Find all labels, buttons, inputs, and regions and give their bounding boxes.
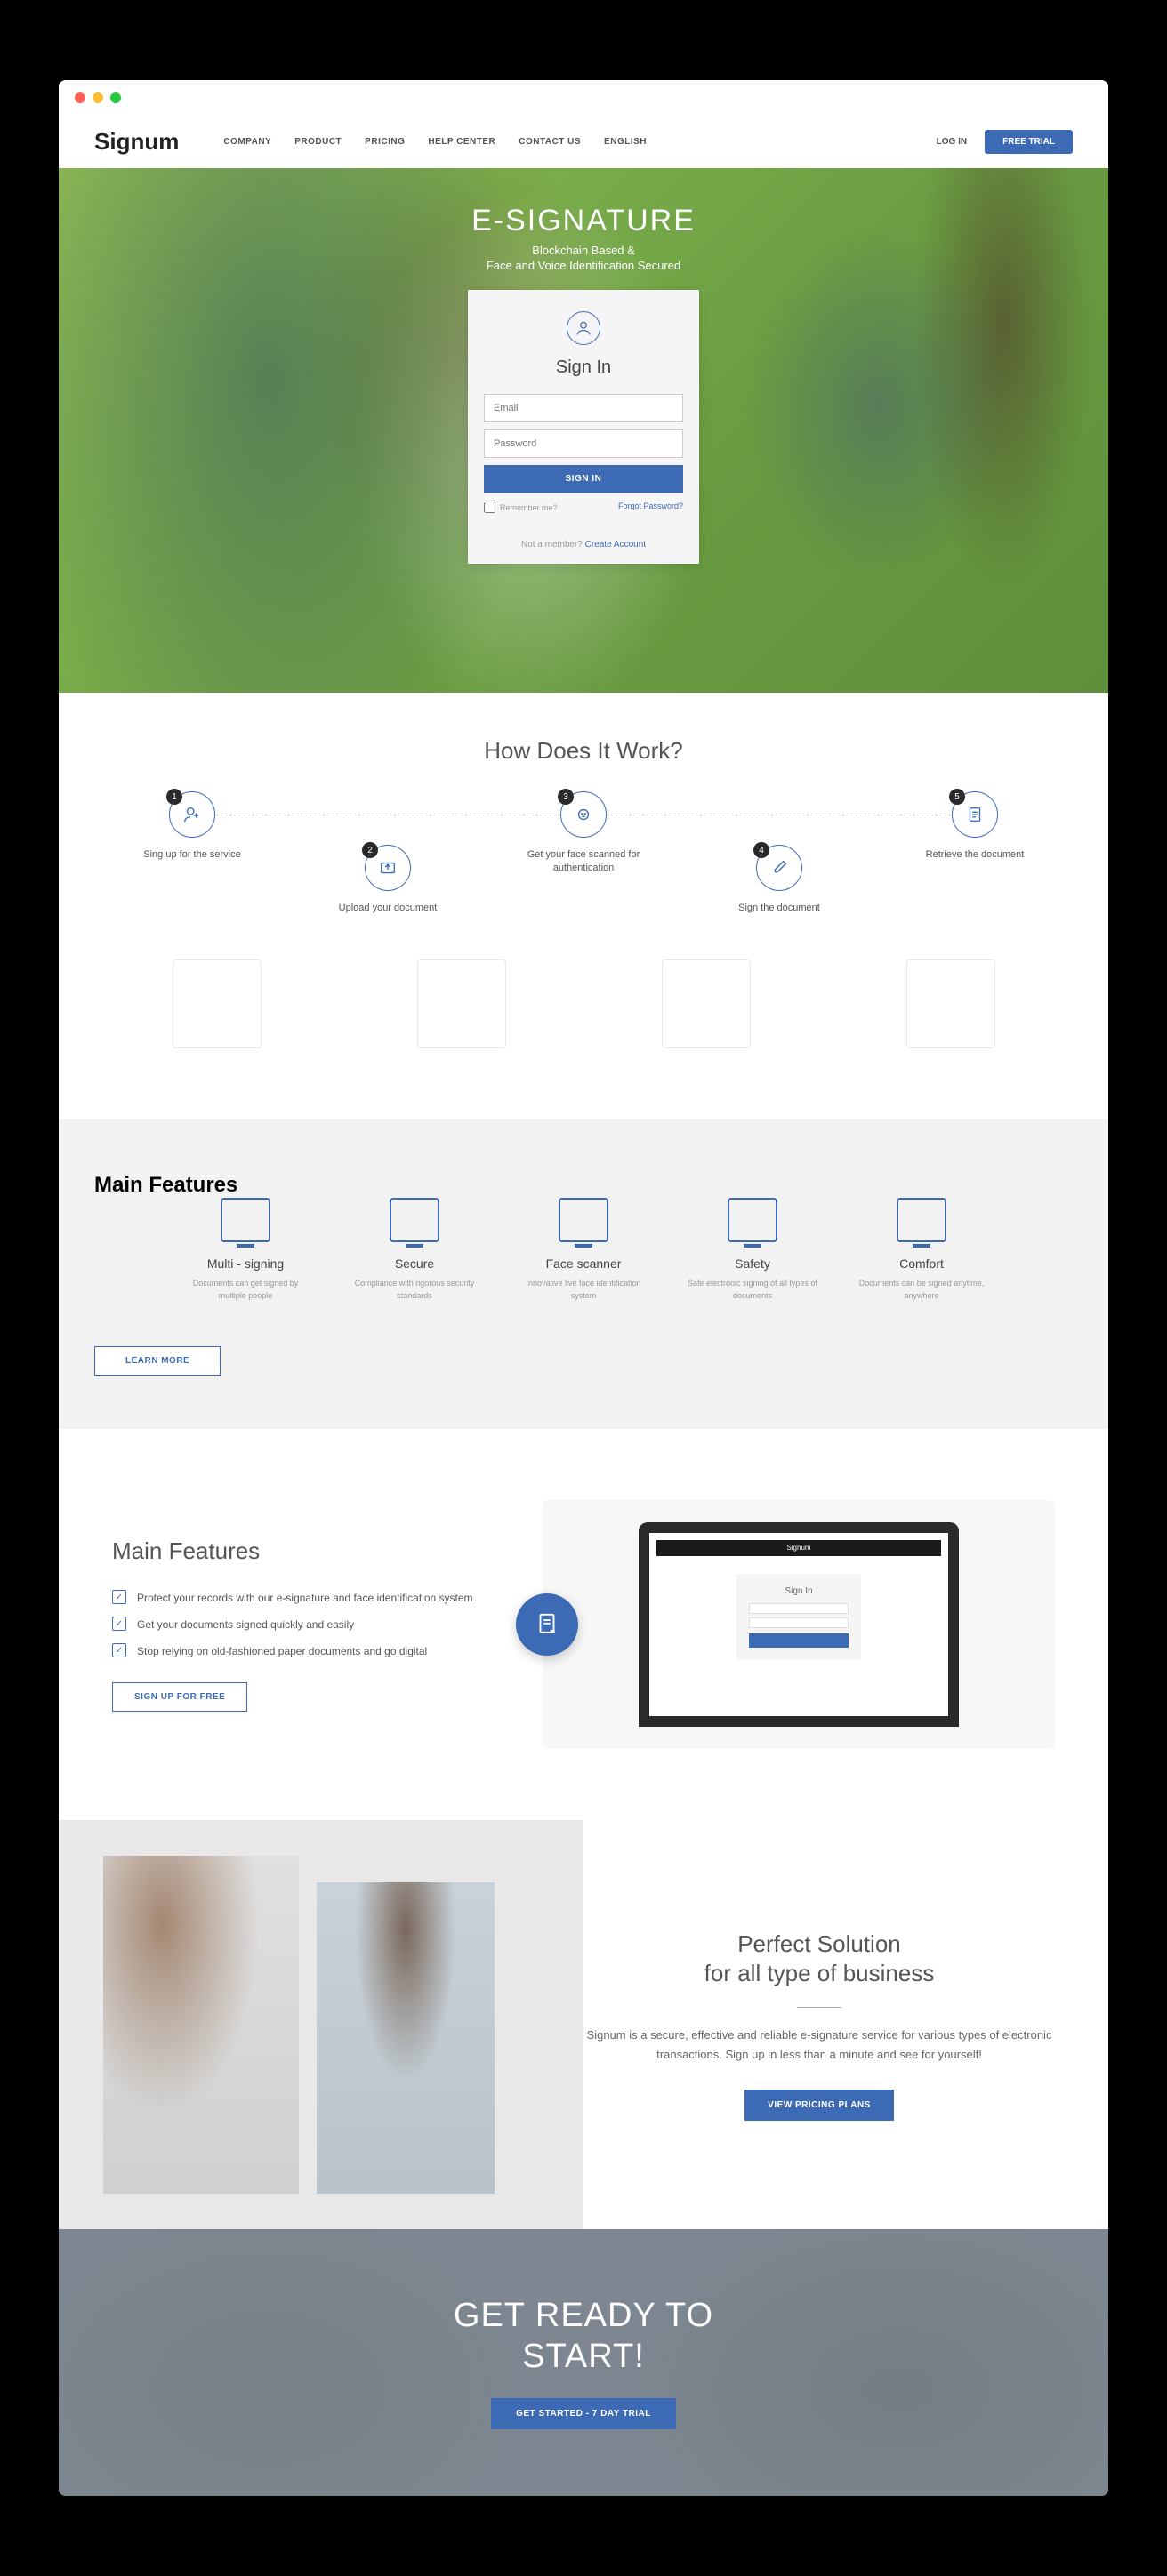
browser-window: Signum COMPANY PRODUCT PRICING HELP CENT… xyxy=(59,80,1108,2496)
user-icon xyxy=(567,311,600,345)
remember-me[interactable]: Remember me? xyxy=(484,502,558,513)
hero-subtitle-1: Blockchain Based & xyxy=(468,244,699,257)
step-1: 1 Sing up for the service xyxy=(130,791,254,915)
check-item-2: ✓Get your documents signed quickly and e… xyxy=(112,1617,489,1633)
login-link[interactable]: LOG IN xyxy=(937,137,967,147)
hero-subtitle-2: Face and Voice Identification Secured xyxy=(468,259,699,272)
face-scanner-icon xyxy=(559,1198,608,1242)
maximize-icon[interactable] xyxy=(110,92,121,103)
get-started-button[interactable]: GET STARTED - 7 DAY TRIAL xyxy=(491,2398,676,2429)
face-scan-icon: 3 xyxy=(560,791,607,838)
logo[interactable]: Signum xyxy=(94,128,179,156)
mf2-title: Main Features xyxy=(112,1537,489,1565)
sign-icon: 4 xyxy=(756,845,802,891)
hero-title: E-SIGNATURE xyxy=(468,204,699,238)
divider xyxy=(797,2007,841,2008)
nav-pricing[interactable]: PRICING xyxy=(365,137,405,147)
lock-icon xyxy=(390,1198,439,1242)
learn-more-button[interactable]: LEARN MORE xyxy=(94,1346,221,1376)
auth-actions: LOG IN FREE TRIAL xyxy=(937,130,1073,154)
laptop-mockup: Signum Sign In xyxy=(639,1522,959,1727)
main-features-2-section: Main Features ✓Protect your records with… xyxy=(59,1429,1108,1820)
document-icon xyxy=(516,1593,578,1656)
signup-free-button[interactable]: SIGN UP FOR FREE xyxy=(112,1682,247,1712)
hero-section: E-SIGNATURE Blockchain Based & Face and … xyxy=(59,168,1108,693)
signin-button[interactable]: SIGN IN xyxy=(484,465,683,493)
illustration-strip xyxy=(94,959,1073,1075)
nav-contact[interactable]: CONTACT US xyxy=(519,137,581,147)
check-item-3: ✓Stop relying on old-fashioned paper doc… xyxy=(112,1643,489,1659)
create-account-row: Not a member? Create Account xyxy=(484,540,683,550)
solution-image xyxy=(59,1820,530,2229)
nav-product[interactable]: PRODUCT xyxy=(294,137,342,147)
feature-safety: SafetySafe electronic signing of all typ… xyxy=(686,1198,819,1302)
how-it-works-section: How Does It Work? 1 Sing up for the serv… xyxy=(59,693,1108,1119)
multi-signing-icon xyxy=(221,1198,270,1242)
step-3-label: Get your face scanned for authentication xyxy=(521,848,646,876)
main-nav: COMPANY PRODUCT PRICING HELP CENTER CONT… xyxy=(223,137,909,147)
cta-section: GET READY TOSTART! GET STARTED - 7 DAY T… xyxy=(59,2229,1108,2496)
perfect-solution-section: Perfect Solutionfor all type of business… xyxy=(59,1820,1108,2229)
feature-comfort: ComfortDocuments can be signed anytime, … xyxy=(855,1198,988,1302)
feature-multi-signing: Multi - signingDocuments can get signed … xyxy=(179,1198,312,1302)
view-pricing-button[interactable]: VIEW PRICING PLANS xyxy=(744,2090,894,2121)
step-5: 5 Retrieve the document xyxy=(913,791,1037,915)
step-4-label: Sign the document xyxy=(717,902,841,915)
check-icon: ✓ xyxy=(112,1590,126,1604)
check-icon: ✓ xyxy=(112,1643,126,1657)
forgot-password-link[interactable]: Forgot Password? xyxy=(618,502,683,513)
step-2-label: Upload your document xyxy=(326,902,450,915)
feature-secure: SecureCompliance with rigorous security … xyxy=(348,1198,481,1302)
check-item-1: ✓Protect your records with our e-signatu… xyxy=(112,1590,489,1606)
check-icon: ✓ xyxy=(112,1617,126,1631)
nav-help[interactable]: HELP CENTER xyxy=(428,137,495,147)
signin-card: Sign In SIGN IN Remember me? Forgot Pass… xyxy=(468,290,699,564)
solution-title: Perfect Solutionfor all type of business xyxy=(704,1930,935,1990)
cta-title: GET READY TOSTART! xyxy=(454,2296,713,2377)
nav-company[interactable]: COMPANY xyxy=(223,137,271,147)
signin-title: Sign In xyxy=(484,357,683,378)
password-field[interactable] xyxy=(484,429,683,458)
mini-signin-title: Sign In xyxy=(749,1586,849,1596)
upload-icon: 2 xyxy=(365,845,411,891)
step-4: 4 Sign the document xyxy=(717,845,841,915)
create-account-link[interactable]: Create Account xyxy=(585,540,646,550)
feature-face-scanner: Face scannerInnovative live face identif… xyxy=(517,1198,650,1302)
mini-logo: Signum xyxy=(656,1540,941,1556)
main-features-section: Main Features Multi - signingDocuments c… xyxy=(59,1119,1108,1429)
minimize-icon[interactable] xyxy=(93,92,103,103)
close-icon[interactable] xyxy=(75,92,85,103)
remember-checkbox[interactable] xyxy=(484,502,495,513)
remember-label: Remember me? xyxy=(500,503,558,512)
step-1-label: Sing up for the service xyxy=(130,848,254,862)
email-field[interactable] xyxy=(484,394,683,422)
retrieve-icon: 5 xyxy=(952,791,998,838)
signup-icon: 1 xyxy=(169,791,215,838)
step-3: 3 Get your face scanned for authenticati… xyxy=(521,791,646,915)
how-title: How Does It Work? xyxy=(94,737,1073,765)
laptop-preview: Signum Sign In xyxy=(543,1500,1055,1749)
shield-icon xyxy=(728,1198,777,1242)
site-header: Signum COMPANY PRODUCT PRICING HELP CENT… xyxy=(59,116,1108,168)
devices-icon xyxy=(897,1198,946,1242)
features-title: Main Features xyxy=(94,1173,1073,1198)
browser-titlebar xyxy=(59,80,1108,116)
step-2: 2 Upload your document xyxy=(326,845,450,915)
step-5-label: Retrieve the document xyxy=(913,848,1037,862)
solution-desc: Signum is a secure, effective and reliab… xyxy=(584,2026,1055,2065)
free-trial-button[interactable]: FREE TRIAL xyxy=(985,130,1073,154)
nav-language[interactable]: ENGLISH xyxy=(604,137,647,147)
